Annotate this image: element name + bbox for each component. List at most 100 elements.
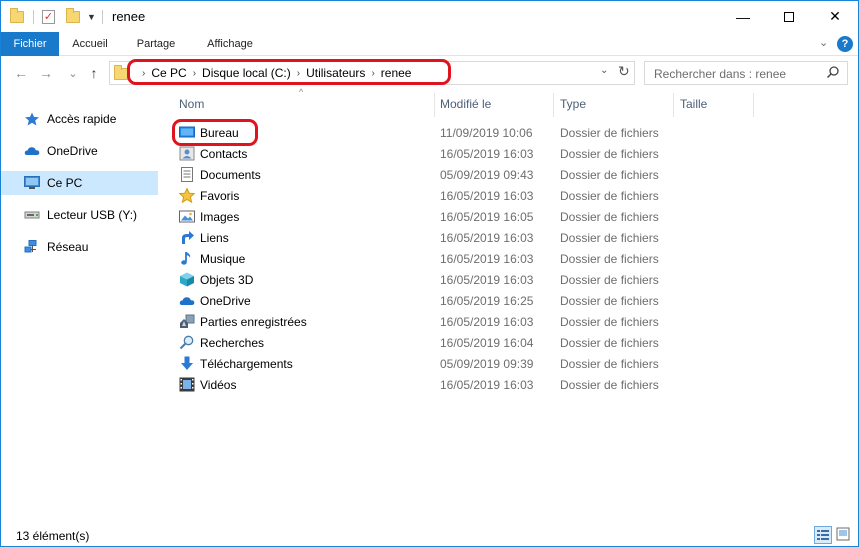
back-button[interactable]: ← [12,63,30,83]
file-modified: 16/05/2019 16:03 [440,231,534,245]
sort-ascending-icon: ^ [299,87,304,97]
column-divider[interactable] [434,93,435,117]
tab-fichier[interactable]: Fichier [1,32,59,56]
folder-icon [114,65,128,80]
title-bar: ✓ ▼ renee — ✕ [1,1,858,32]
column-header-modified[interactable]: Modifié le [440,97,491,111]
breadcrumb-renee[interactable]: renee [381,66,412,80]
navigation-pane: Accès rapide OneDrive Ce PC Lecteur USB … [1,93,161,523]
breadcrumb-separator[interactable]: › [297,68,300,79]
file-row-videos[interactable]: Vidéos 16/05/2019 16:03 Dossier de fichi… [161,374,761,395]
expand-ribbon-icon[interactable]: ⌄ [819,36,828,49]
file-name: OneDrive [200,294,251,308]
nav-item-ce-pc[interactable]: Ce PC [1,171,158,195]
up-button[interactable]: ↑ [85,63,103,83]
address-dropdown-icon[interactable]: ⌄ [600,65,608,76]
column-divider[interactable] [753,93,754,117]
file-type: Dossier de fichiers [560,336,659,350]
close-icon: ✕ [829,8,841,24]
forward-button[interactable]: → [37,63,55,83]
file-name: Documents [200,168,261,182]
recent-locations-button[interactable]: ⌄ [64,63,82,83]
file-name: Images [200,210,240,224]
nav-item-lecteur-usb[interactable]: Lecteur USB (Y:) [1,203,158,227]
column-divider[interactable] [673,93,674,117]
close-button[interactable]: ✕ [812,1,858,32]
file-type: Dossier de fichiers [560,189,659,203]
file-type: Dossier de fichiers [560,315,659,329]
minimize-button[interactable]: — [720,1,766,32]
nav-label: Lecteur USB (Y:) [47,208,138,222]
file-row-recherches[interactable]: Recherches 16/05/2019 16:04 Dossier de f… [161,332,761,353]
file-name: Vidéos [200,378,237,392]
file-modified: 16/05/2019 16:03 [440,273,534,287]
nav-label: Réseau [47,240,89,254]
column-header-type[interactable]: Type [560,97,586,111]
images-folder-icon [179,210,195,223]
breadcrumb-disque-local[interactable]: Disque local (C:) [202,66,291,80]
file-row-liens[interactable]: Liens 16/05/2019 16:03 Dossier de fichie… [161,227,761,248]
file-name: Bureau [200,126,239,140]
search-input[interactable]: Rechercher dans : renee [644,61,848,85]
cloud-icon [24,147,40,155]
breadcrumb-separator[interactable]: › [193,68,196,79]
nav-item-reseau[interactable]: Réseau [1,235,158,259]
desktop-folder-icon [179,126,195,138]
star-icon [25,112,39,126]
details-view-button[interactable] [814,526,832,544]
column-divider[interactable] [553,93,554,117]
monitor-icon [24,176,40,189]
file-name: Musique [200,252,246,266]
file-row-favoris[interactable]: Favoris 16/05/2019 16:03 Dossier de fich… [161,185,761,206]
nav-label: OneDrive [47,144,98,158]
minimize-icon: — [736,8,750,25]
file-type: Dossier de fichiers [560,357,659,371]
search-icon [826,66,839,79]
new-folder-icon [66,8,80,23]
address-bar[interactable]: › Ce PC › Disque local (C:) › Utilisateu… [109,61,635,85]
tab-partage[interactable]: Partage [125,32,187,56]
address-folder-icon [114,65,128,80]
folder-icon [10,8,24,23]
breadcrumb-separator[interactable]: › [142,68,145,79]
file-row-documents[interactable]: Documents 05/09/2019 09:43 Dossier de fi… [161,164,761,185]
file-row-telechargements[interactable]: Téléchargements 05/09/2019 09:39 Dossier… [161,353,761,374]
file-modified: 16/05/2019 16:03 [440,315,534,329]
file-row-images[interactable]: Images 16/05/2019 16:05 Dossier de fichi… [161,206,761,227]
new-folder-button[interactable] [66,7,80,27]
tab-accueil[interactable]: Accueil [59,32,121,56]
toolbar-divider [102,10,103,24]
maximize-button[interactable] [766,1,812,32]
file-modified: 16/05/2019 16:03 [440,147,534,161]
file-row-parties-enregistrees[interactable]: Parties enregistrées 16/05/2019 16:03 Do… [161,311,761,332]
large-icons-view-button[interactable] [835,526,853,544]
file-modified: 16/05/2019 16:05 [440,210,534,224]
properties-button[interactable]: ✓ [42,7,55,27]
file-row-contacts[interactable]: Contacts 16/05/2019 16:03 Dossier de fic… [161,143,761,164]
file-row-onedrive[interactable]: OneDrive 16/05/2019 16:25 Dossier de fic… [161,290,761,311]
breadcrumb-ce-pc[interactable]: Ce PC [151,66,186,80]
file-name: Parties enregistrées [200,315,307,329]
chevron-down-icon: ⌄ [68,67,78,80]
maximize-icon [784,11,794,22]
file-row-bureau[interactable]: Bureau 11/09/2019 10:06 Dossier de fichi… [161,122,761,143]
refresh-icon[interactable]: ↻ [618,63,630,80]
file-modified: 16/05/2019 16:03 [440,189,534,203]
nav-item-acces-rapide[interactable]: Accès rapide [1,107,158,131]
nav-label: Accès rapide [47,112,117,126]
breadcrumb-utilisateurs[interactable]: Utilisateurs [306,66,365,80]
file-type: Dossier de fichiers [560,210,659,224]
column-header-name[interactable]: Nom [179,97,204,111]
customize-quick-access-button[interactable]: ▼ [87,7,96,27]
help-icon[interactable]: ? [837,36,853,52]
file-type: Dossier de fichiers [560,252,659,266]
column-header-size[interactable]: Taille [680,97,707,111]
file-row-objets-3d[interactable]: Objets 3D 16/05/2019 16:03 Dossier de fi… [161,269,761,290]
file-row-musique[interactable]: Musique 16/05/2019 16:03 Dossier de fich… [161,248,761,269]
tab-affichage[interactable]: Affichage [193,32,267,56]
nav-item-onedrive[interactable]: OneDrive [1,139,158,163]
breadcrumb-separator[interactable]: › [371,68,374,79]
file-modified: 11/09/2019 10:06 [440,126,533,140]
quick-access-folder-icon[interactable] [10,7,24,27]
cube-3d-icon [180,272,194,287]
